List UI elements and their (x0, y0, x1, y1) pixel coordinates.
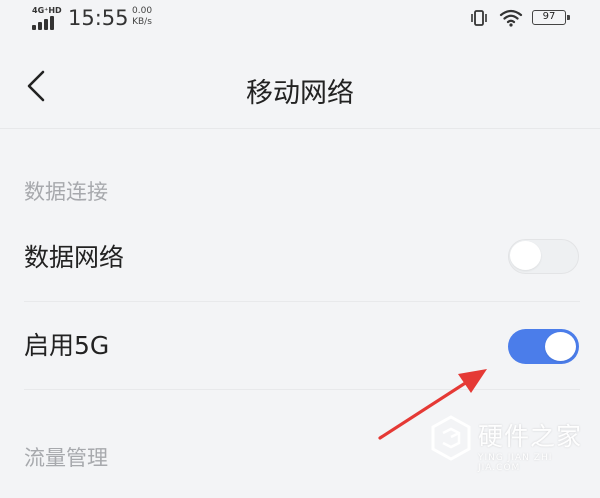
toggle-knob (545, 332, 576, 361)
watermark: 硬件之家 YING JIAN ZHI JIA.COM (428, 405, 588, 485)
vibrate-icon (471, 10, 487, 26)
screen: 4G⁺HD 15:55 0.00 KB/s 97 移动网络 数据连接 数据网络 … (0, 0, 600, 498)
setting-label-data-network: 数据网络 (24, 243, 125, 272)
title-bar: 移动网络 (0, 58, 600, 116)
watermark-logo-icon (431, 415, 471, 461)
watermark-subtitle: YING JIAN ZHI JIA.COM (478, 453, 553, 473)
status-bar: 4G⁺HD 15:55 0.00 KB/s 97 (0, 0, 600, 40)
network-speed: 0.00 KB/s (132, 6, 152, 28)
section-header-traffic-management: 流量管理 (24, 446, 108, 470)
signal-strength-icon (32, 16, 60, 30)
watermark-name: 硬件之家 (478, 422, 583, 451)
battery-icon: 97 (532, 10, 570, 25)
network-speed-unit: KB/s (132, 17, 152, 27)
network-type-label: 4G⁺HD (32, 6, 62, 15)
wifi-icon (499, 9, 523, 27)
header-divider (0, 128, 600, 129)
setting-label-enable-5g: 启用5G (24, 331, 110, 360)
enable-5g-toggle[interactable] (508, 329, 579, 364)
network-speed-value: 0.00 (132, 6, 153, 16)
toggle-knob (510, 241, 541, 270)
status-time: 15:55 (68, 6, 129, 30)
page-title: 移动网络 (246, 78, 354, 109)
setting-row-enable-5g[interactable]: 启用5G (0, 302, 600, 388)
setting-row-data-network[interactable]: 数据网络 (0, 214, 600, 300)
row-divider (24, 389, 580, 390)
section-header-data-connection: 数据连接 (24, 180, 108, 204)
data-network-toggle[interactable] (508, 239, 579, 274)
